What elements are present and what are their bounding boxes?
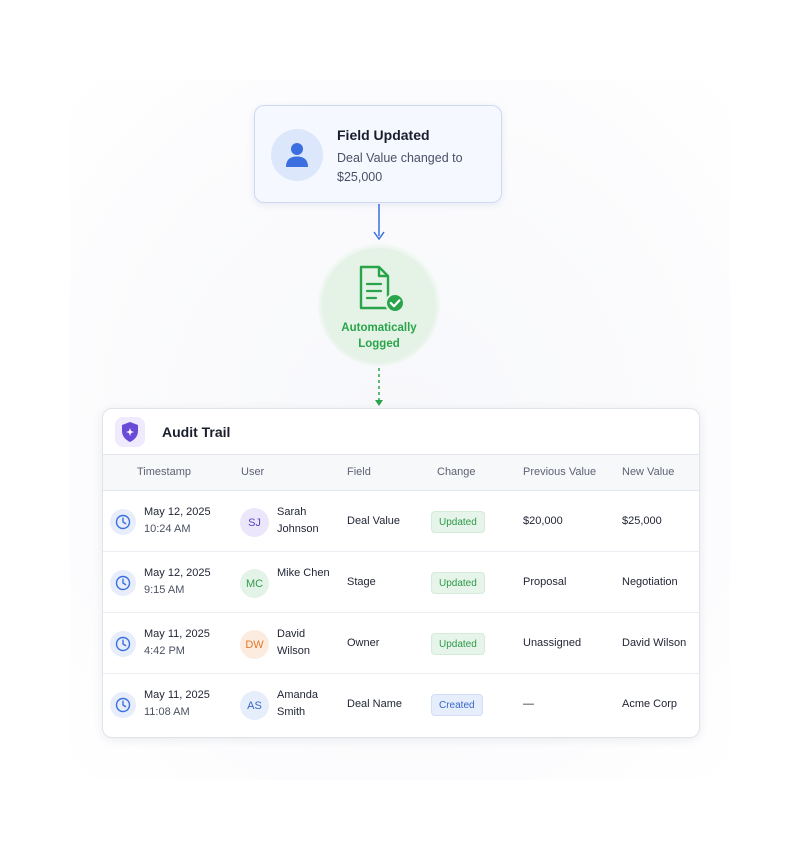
- status-badge: Updated: [431, 633, 485, 655]
- previous-value: Unassigned: [523, 637, 582, 649]
- document-check-icon: [359, 265, 405, 313]
- timestamp-date: May 12, 2025: [144, 506, 211, 518]
- field-name: Deal Value: [347, 515, 400, 527]
- previous-value: Proposal: [523, 576, 567, 588]
- timestamp-time: 4:42 PM: [144, 645, 185, 657]
- status-badge: Updated: [431, 572, 485, 594]
- col-field: Field: [347, 466, 371, 478]
- table-row[interactable]: May 12, 2025 9:15 AM MC Mike Chen Stage …: [103, 552, 699, 613]
- new-value: Acme Corp: [622, 698, 678, 710]
- previous-value: —: [523, 698, 534, 710]
- timestamp-time: 10:24 AM: [144, 523, 191, 535]
- table-row[interactable]: May 11, 2025 11:08 AM AS Amanda Smith De…: [103, 674, 699, 735]
- audit-trail-panel: Audit Trail Timestamp User Field Change …: [102, 408, 700, 738]
- status-badge: Updated: [431, 511, 485, 533]
- table-row[interactable]: May 11, 2025 4:42 PM DW David Wilson Own…: [103, 613, 699, 674]
- logged-label: Automatically Logged: [341, 322, 417, 350]
- user-name: Sarah Johnson: [277, 506, 319, 535]
- user-name: Mike Chen: [277, 567, 330, 579]
- shield-icon: [115, 417, 145, 447]
- audit-header: Audit Trail: [103, 409, 699, 455]
- col-previous-value: Previous Value: [523, 466, 597, 478]
- clock-icon: [110, 631, 136, 657]
- table-row[interactable]: May 12, 2025 10:24 AM SJ Sarah Johnson D…: [103, 491, 699, 552]
- timestamp-time: 11:08 AM: [144, 706, 190, 718]
- col-new-value: New Value: [622, 466, 675, 478]
- clock-icon: [110, 692, 136, 718]
- clock-icon: [110, 570, 136, 596]
- audit-title: Audit Trail: [162, 424, 231, 440]
- previous-value: $20,000: [523, 515, 563, 527]
- status-badge: Created: [431, 694, 483, 716]
- new-value: David Wilson: [622, 637, 687, 649]
- new-value: Negotiation: [622, 576, 678, 588]
- col-user: User: [241, 466, 265, 478]
- table-header: Timestamp User Field Change Previous Val…: [103, 455, 699, 491]
- timestamp-date: May 11, 2025: [144, 689, 210, 701]
- new-value: $25,000: [622, 515, 662, 527]
- col-timestamp: Timestamp: [137, 466, 191, 478]
- timestamp-date: May 12, 2025: [144, 567, 211, 579]
- field-name: Stage: [347, 576, 376, 588]
- avatar: DW: [240, 630, 269, 659]
- avatar: AS: [240, 691, 269, 720]
- clock-icon: [110, 509, 136, 535]
- timestamp-date: May 11, 2025: [144, 628, 210, 640]
- col-change: Change: [437, 466, 476, 478]
- timestamp-time: 9:15 AM: [144, 584, 185, 596]
- user-name: Amanda Smith: [277, 689, 318, 718]
- avatar: SJ: [240, 508, 269, 537]
- field-name: Deal Name: [347, 698, 403, 710]
- user-name: David Wilson: [277, 628, 311, 657]
- avatar: MC: [240, 569, 269, 598]
- field-name: Owner: [347, 637, 380, 649]
